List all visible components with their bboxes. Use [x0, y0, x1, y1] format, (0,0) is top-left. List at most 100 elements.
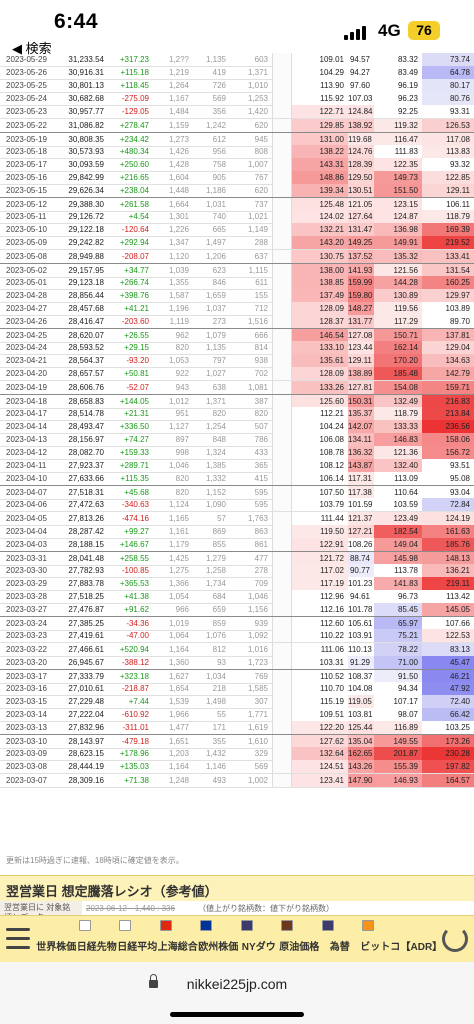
nav-item-shanghai[interactable]: 上海総合: [158, 916, 199, 962]
forecast-note: （値上がり銘柄数：値下がり銘柄数）: [198, 904, 334, 913]
row-unchanged-count: 637: [254, 251, 268, 261]
row-unchanged-count: 814: [254, 343, 268, 353]
row-advance-count: 1,366: [168, 579, 189, 588]
row-spacer: [272, 563, 292, 577]
table-row: 2023-05-23 30,957.77 -129.05 1,484 356 1,420 1…: [0, 105, 474, 120]
row-change: -474.16: [121, 513, 149, 523]
row-decline-count: 1,498: [205, 696, 226, 706]
row-ratio-1: 130.75: [292, 249, 348, 263]
row-unchanged-count: 712: [254, 303, 268, 313]
hamburger-menu-icon[interactable]: [0, 916, 34, 962]
row-ratio-2: 127.21: [348, 524, 374, 538]
row-spacer: [272, 118, 292, 132]
row-decline-count: 848: [212, 434, 226, 444]
row-close: 29,842.99: [68, 172, 104, 182]
row-ratio-1: 117.02: [292, 563, 348, 577]
row-change: +266.74: [119, 277, 149, 287]
row-decline-count: 820: [212, 408, 226, 418]
row-ratio-3: 130.89: [374, 288, 422, 302]
row-close: 29,123.18: [68, 277, 104, 287]
row-ratio-2: 124.76: [348, 144, 374, 158]
row-unchanged-count: 1,007: [247, 159, 268, 169]
row-ratio-2: 128.39: [348, 157, 374, 171]
row-date: 2023-05-18: [6, 146, 47, 156]
row-ratio-3: 162.14: [374, 341, 422, 355]
row-ratio-3: 85.45: [374, 603, 422, 617]
row-date: 2023-04-17: [6, 408, 47, 418]
row-ratio-4: 72.40: [422, 694, 474, 708]
row-date: 2023-04-21: [6, 356, 47, 366]
table-row: 2023-05-16 29,842.99 +216.65 1,604 905 767 148…: [0, 170, 474, 185]
row-date: 2023-03-14: [6, 710, 47, 719]
row-decline-count: 1,027: [205, 369, 226, 379]
row-advance-count: 1,164: [168, 762, 189, 772]
row-change: -610.92: [121, 710, 149, 719]
nav-label: 上海総合: [157, 942, 198, 953]
nav-item-world[interactable]: 世界株価: [36, 916, 77, 962]
flag-icon: [200, 920, 212, 931]
row-close: 29,242.82: [68, 238, 104, 248]
row-decline-count: 171: [212, 723, 226, 733]
row-ratio-3: 136.98: [374, 223, 422, 237]
refresh-icon[interactable]: [442, 926, 468, 952]
nav-item-fx[interactable]: 為替: [320, 916, 361, 962]
row-ratio-2: 137.52: [348, 249, 374, 263]
nav-item-crude-oil[interactable]: 原油価格: [279, 916, 320, 962]
row-unchanged-count: 620: [254, 120, 268, 130]
row-ratio-1: 110.22: [292, 629, 348, 643]
row-ratio-2: 127.64: [348, 210, 374, 224]
nav-item-europe[interactable]: 欧州株価: [198, 916, 239, 962]
row-spacer: [272, 760, 292, 774]
row-ratio-4: 89.70: [422, 315, 474, 329]
row-date: 2023-03-13: [6, 723, 47, 733]
row-date: 2023-03-07: [6, 775, 47, 785]
row-spacer: [272, 341, 292, 355]
row-ratio-4: 122.85: [422, 170, 474, 184]
row-close: 28,657.57: [68, 369, 104, 379]
row-ratio-3: 132.40: [374, 459, 422, 473]
row-ratio-3: 83.49: [374, 66, 422, 80]
nav-item-bitcoin[interactable]: ビットコ: [360, 916, 401, 962]
nav-item-ny-dow[interactable]: NYダウ: [239, 916, 280, 962]
row-close: 28,416.47: [68, 317, 104, 326]
row-advance-count: 1,119: [169, 317, 189, 326]
row-spacer: [272, 590, 292, 604]
row-decline-count: 1,659: [205, 290, 226, 300]
status-time: 6:44: [54, 10, 99, 33]
status-bar: 6:44 ◀ 検索 4G 76: [0, 0, 474, 58]
row-change: +41.38: [124, 592, 149, 602]
home-indicator[interactable]: [170, 1012, 304, 1017]
row-unchanged-count: 863: [254, 526, 268, 536]
row-ratio-3: 113.78: [374, 563, 422, 577]
table-row: 2023-04-13 28,156.97 +74.27 897 848 786 106.08…: [0, 432, 474, 447]
url-text[interactable]: nikkei225jp.com: [0, 976, 474, 992]
row-ratio-4: 93.51: [422, 459, 474, 473]
row-close: 28,514.78: [68, 408, 104, 418]
forecast-banner: 翌営業日 想定騰落レシオ（参考値）: [0, 875, 474, 902]
row-ratio-1: 108.12: [292, 459, 348, 473]
table-row: 2023-03-20 26,945.67 -388.12 1,360 93 1,723 10…: [0, 655, 474, 670]
row-ratio-2: 94.61: [348, 590, 374, 604]
row-unchanged-count: 329: [254, 749, 268, 759]
row-advance-count: 1,248: [168, 775, 189, 785]
row-ratio-2: 142.07: [348, 419, 374, 433]
table-row: 2023-05-15 29,626.34 +238.04 1,448 1,186 620 1…: [0, 184, 474, 199]
row-change: -340.63: [121, 500, 149, 510]
nav-item-nikkei-average[interactable]: 日経平均: [117, 916, 158, 962]
row-unchanged-count: 1,420: [247, 107, 268, 117]
row-unchanged-count: 433: [254, 448, 268, 457]
table-row: 2023-04-20 28,657.57 +50.81 922 1,027 702 128.…: [0, 367, 474, 382]
row-spacer: [272, 288, 292, 302]
row-ratio-4: 169.39: [422, 223, 474, 237]
row-ratio-2: 143.87: [348, 459, 374, 473]
row-advance-count: 1,165: [168, 513, 189, 523]
table-row: 2023-05-08 28,949.88 -208.07 1,120 1,206 637 1…: [0, 249, 474, 264]
ratio-table[interactable]: 2023-05-29 31,233.54 +317.23 1,2?? 1,135 603 1…: [0, 53, 474, 853]
nav-item-adr[interactable]: 【ADR】: [401, 916, 443, 962]
row-ratio-2: 148.27: [348, 301, 374, 315]
row-ratio-1: 128.09: [292, 301, 348, 315]
nav-item-nikkei-futures[interactable]: 日経先物: [77, 916, 118, 962]
row-change: +29.15: [124, 343, 149, 353]
flag-icon: [240, 920, 253, 931]
row-spacer: [272, 655, 292, 669]
